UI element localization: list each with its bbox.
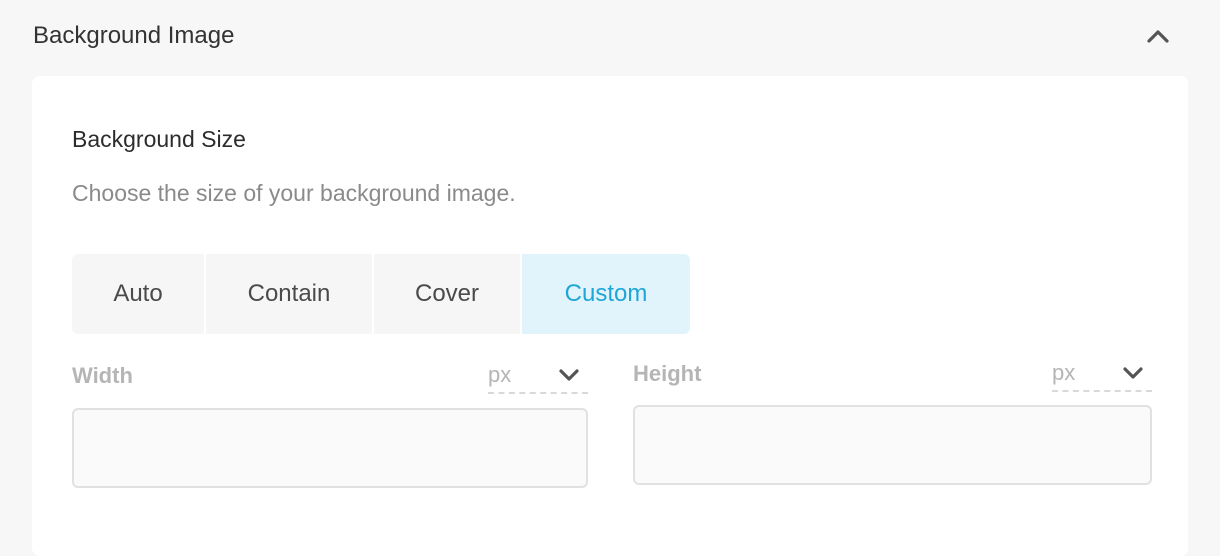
chevron-up-icon bbox=[1147, 30, 1169, 43]
width-field: Width px bbox=[72, 360, 588, 490]
width-unit-value: px bbox=[488, 362, 512, 387]
panel-title: Background Image bbox=[33, 22, 235, 49]
height-unit-value: px bbox=[1052, 360, 1076, 385]
height-input[interactable] bbox=[633, 405, 1152, 485]
width-unit-select[interactable]: px bbox=[488, 360, 588, 394]
height-unit-select[interactable]: px bbox=[1052, 358, 1152, 392]
section-description: Choose the size of your background image… bbox=[72, 180, 516, 206]
size-option-contain[interactable]: Contain bbox=[206, 254, 374, 334]
height-label: Height bbox=[633, 361, 702, 386]
height-field: Height px bbox=[633, 358, 1152, 488]
section-title: Background Size bbox=[72, 126, 246, 152]
chevron-down-icon bbox=[1123, 367, 1143, 379]
width-input[interactable] bbox=[72, 408, 588, 488]
width-label: Width bbox=[72, 363, 133, 388]
size-option-group: Auto Contain Cover Custom bbox=[72, 254, 690, 334]
collapse-toggle-button[interactable] bbox=[1140, 18, 1176, 54]
panel-header[interactable]: Background Image bbox=[0, 0, 1220, 76]
size-option-cover[interactable]: Cover bbox=[374, 254, 522, 334]
background-size-card: Background Size Choose the size of your … bbox=[32, 76, 1188, 556]
size-option-auto[interactable]: Auto bbox=[72, 254, 206, 334]
size-option-custom[interactable]: Custom bbox=[522, 254, 690, 334]
chevron-down-icon bbox=[559, 369, 579, 381]
